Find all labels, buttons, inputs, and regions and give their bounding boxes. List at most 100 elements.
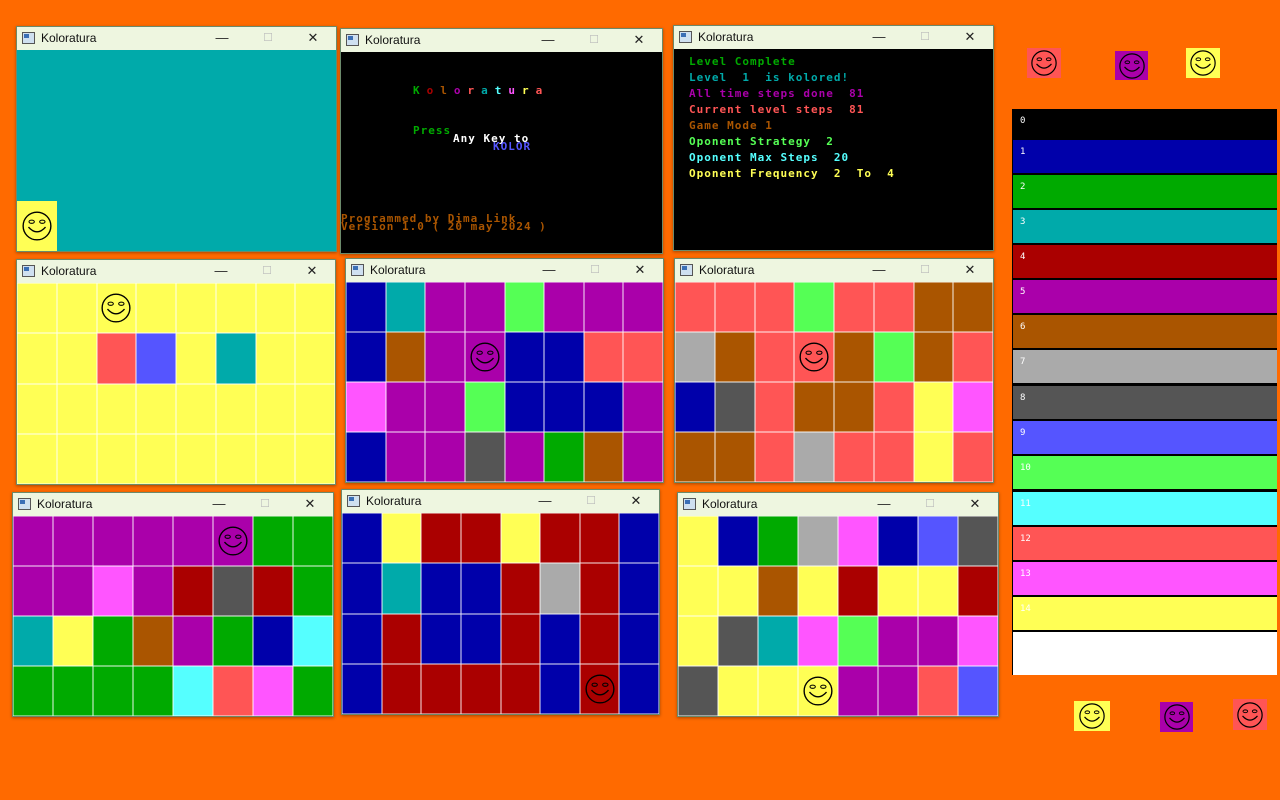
minimize-button[interactable]: — bbox=[204, 27, 240, 50]
board-cell[interactable] bbox=[173, 566, 213, 616]
board-cell[interactable] bbox=[293, 566, 333, 616]
board-cell[interactable] bbox=[918, 666, 958, 716]
game-window-splash[interactable]: Koloratura — ☐ ✕ Koloratura Press Any Ke… bbox=[340, 28, 663, 254]
board-cell[interactable] bbox=[13, 566, 53, 616]
board-cell[interactable] bbox=[93, 566, 133, 616]
board-cell[interactable] bbox=[798, 566, 838, 616]
color-palette[interactable]: 0 1 2 3 4 5 6 7 8 9 10 11 12 13 14 bbox=[1012, 109, 1277, 675]
board-cell[interactable] bbox=[96, 433, 137, 484]
board-cell[interactable] bbox=[798, 616, 838, 666]
board-cell[interactable] bbox=[295, 333, 335, 384]
board-cell[interactable] bbox=[540, 513, 580, 564]
player-cell[interactable] bbox=[96, 283, 137, 334]
board-cell[interactable] bbox=[953, 282, 993, 332]
board-cell[interactable] bbox=[381, 663, 422, 714]
board-cell[interactable] bbox=[675, 332, 715, 382]
maximize-button[interactable]: ☐ bbox=[247, 493, 283, 516]
board-cell[interactable] bbox=[834, 332, 874, 382]
board-cell[interactable] bbox=[176, 333, 216, 384]
board-cell[interactable] bbox=[93, 616, 133, 666]
board-cell[interactable] bbox=[133, 616, 173, 666]
board-cell[interactable] bbox=[213, 566, 253, 616]
board-cell[interactable] bbox=[96, 333, 137, 384]
minimize-button[interactable]: — bbox=[203, 260, 239, 283]
board-cell[interactable] bbox=[53, 566, 93, 616]
board-cell[interactable] bbox=[678, 566, 718, 616]
board-cell[interactable] bbox=[176, 283, 216, 334]
board-cell[interactable] bbox=[17, 383, 57, 434]
board-cell[interactable] bbox=[878, 566, 918, 616]
board-cell[interactable] bbox=[460, 513, 501, 564]
maximize-button[interactable]: ☐ bbox=[576, 29, 612, 52]
game-window-board-2[interactable]: Koloratura — ☐ ✕ bbox=[16, 259, 336, 485]
close-button[interactable]: ✕ bbox=[295, 27, 331, 50]
game-window-board-1[interactable]: Koloratura — ☐ ✕ bbox=[16, 26, 337, 252]
board-cell[interactable] bbox=[136, 283, 176, 334]
board-cell[interactable] bbox=[500, 563, 541, 614]
board-cell[interactable] bbox=[794, 382, 834, 432]
title-bar[interactable]: Koloratura — ☐ ✕ bbox=[341, 29, 662, 52]
close-button[interactable]: ✕ bbox=[292, 493, 328, 516]
board-cell[interactable] bbox=[500, 663, 541, 714]
palette-swatch[interactable]: 4 bbox=[1013, 245, 1277, 278]
palette-swatch[interactable]: 7 bbox=[1013, 350, 1277, 383]
board-cell[interactable] bbox=[255, 333, 296, 384]
board-cell[interactable] bbox=[295, 433, 335, 484]
board-cell[interactable] bbox=[958, 666, 998, 716]
board-cell[interactable] bbox=[913, 282, 954, 332]
board-cell[interactable] bbox=[834, 282, 874, 332]
board-cell[interactable] bbox=[958, 566, 998, 616]
board-cell[interactable] bbox=[718, 616, 758, 666]
board-cell[interactable] bbox=[544, 282, 584, 332]
close-button[interactable]: ✕ bbox=[952, 26, 988, 49]
board-cell[interactable] bbox=[838, 616, 878, 666]
board-cell[interactable] bbox=[56, 283, 97, 334]
palette-swatch[interactable] bbox=[1013, 632, 1277, 675]
board-cell[interactable] bbox=[873, 332, 914, 382]
game-window-board-5[interactable]: Koloratura — ☐ ✕ bbox=[12, 492, 334, 717]
palette-swatch[interactable]: 12 bbox=[1013, 527, 1277, 560]
board-cell[interactable] bbox=[583, 382, 624, 432]
player-cell[interactable] bbox=[794, 332, 834, 382]
board-cell[interactable] bbox=[213, 666, 253, 716]
board-cell[interactable] bbox=[133, 516, 173, 566]
board-cell[interactable] bbox=[425, 432, 465, 482]
palette-swatch[interactable]: 14 bbox=[1013, 597, 1277, 630]
splash-screen[interactable]: Koloratura Press Any Key to KOLOR Progra… bbox=[341, 52, 662, 253]
board-cell[interactable] bbox=[958, 516, 998, 566]
board-cell[interactable] bbox=[878, 516, 918, 566]
board-cell[interactable] bbox=[873, 432, 914, 482]
minimize-button[interactable]: — bbox=[530, 29, 566, 52]
board-cell[interactable] bbox=[623, 382, 663, 432]
palette-swatch[interactable]: 5 bbox=[1013, 280, 1277, 313]
board-cell[interactable] bbox=[579, 563, 620, 614]
board-cell[interactable] bbox=[13, 666, 53, 716]
game-window-level-complete[interactable]: Koloratura — ☐ ✕ Level Complete Level 1 … bbox=[673, 25, 994, 251]
minimize-button[interactable]: — bbox=[527, 490, 563, 513]
palette-swatch[interactable]: 10 bbox=[1013, 456, 1277, 489]
board-cell[interactable] bbox=[253, 666, 293, 716]
close-button[interactable]: ✕ bbox=[618, 490, 654, 513]
board-cell[interactable] bbox=[381, 613, 422, 664]
board-cell[interactable] bbox=[913, 432, 954, 482]
board-cell[interactable] bbox=[678, 616, 718, 666]
board-cell[interactable] bbox=[583, 282, 624, 332]
board-cell[interactable] bbox=[714, 432, 755, 482]
board-cell[interactable] bbox=[754, 282, 795, 332]
title-bar[interactable]: Koloratura — ☐ ✕ bbox=[674, 26, 993, 49]
board-cell[interactable] bbox=[293, 616, 333, 666]
board-cell[interactable] bbox=[758, 666, 798, 716]
board-cell[interactable] bbox=[385, 432, 426, 482]
maximize-button[interactable]: ☐ bbox=[907, 26, 943, 49]
title-bar[interactable]: Koloratura — ☐ ✕ bbox=[342, 490, 659, 513]
board-cell[interactable] bbox=[253, 566, 293, 616]
maximize-button[interactable]: ☐ bbox=[573, 490, 609, 513]
board-cell[interactable] bbox=[136, 383, 176, 434]
board-cell[interactable] bbox=[794, 432, 834, 482]
minimize-button[interactable]: — bbox=[861, 259, 897, 282]
palette-swatch[interactable]: 11 bbox=[1013, 492, 1277, 525]
board-cell[interactable] bbox=[953, 332, 993, 382]
board-cell[interactable] bbox=[17, 283, 57, 334]
board-cell[interactable] bbox=[714, 382, 755, 432]
board-cell[interactable] bbox=[540, 563, 580, 614]
